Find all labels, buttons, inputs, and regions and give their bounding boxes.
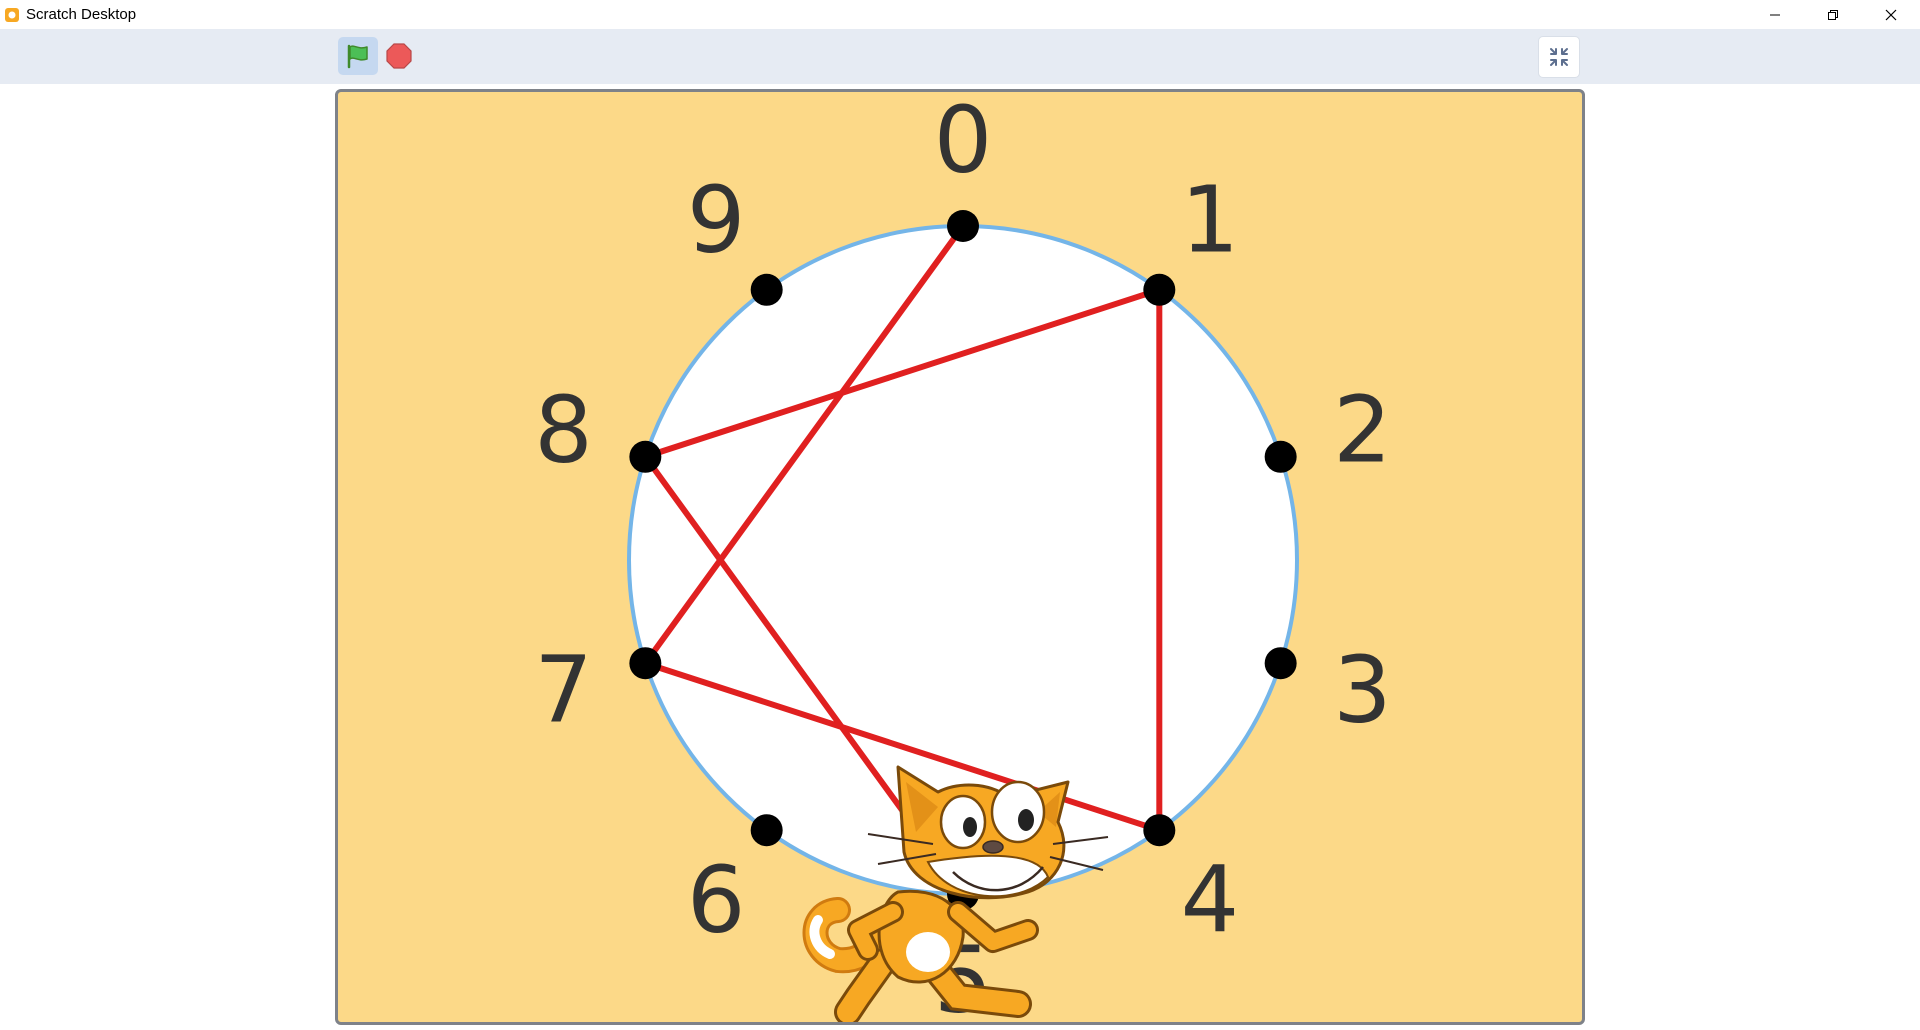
scratch-app-icon [4, 7, 20, 23]
circle-number: 6 [687, 846, 746, 953]
circle-dot [1264, 440, 1297, 473]
circle-dot [1264, 647, 1297, 680]
close-icon [1885, 9, 1897, 20]
restore-icon [1828, 9, 1838, 20]
circle-number: 1 [1181, 167, 1240, 274]
circle-dot [629, 647, 662, 680]
stop-button[interactable] [382, 37, 416, 75]
unfullscreen-icon [1550, 48, 1568, 66]
green-flag-button[interactable] [338, 37, 378, 75]
circle-dot [750, 273, 783, 306]
circle-number: 4 [1181, 846, 1240, 953]
circle-dot [750, 814, 783, 847]
restore-button[interactable] [1804, 0, 1862, 29]
circle-number: 3 [1333, 636, 1392, 743]
minimize-icon [1770, 14, 1780, 15]
unfullscreen-button[interactable] [1538, 36, 1580, 78]
circle-number: 8 [534, 377, 593, 484]
stage-header [0, 29, 1920, 84]
circle-dot [947, 210, 979, 242]
circle-dot [1143, 273, 1176, 306]
close-button[interactable] [1862, 0, 1920, 29]
window-titlebar: Scratch Desktop [0, 0, 1920, 29]
circle-dot [629, 440, 662, 473]
circle-number: 0 [934, 92, 993, 194]
circle-number: 9 [687, 167, 746, 274]
window-controls [1746, 0, 1920, 29]
window-title: Scratch Desktop [26, 6, 137, 23]
stage[interactable]: 0123456789 [335, 89, 1585, 1025]
circle-number: 2 [1333, 377, 1392, 484]
stop-icon [386, 43, 412, 69]
green-flag-icon [347, 44, 368, 69]
circle-number: 7 [534, 636, 593, 743]
stage-canvas: 0123456789 [534, 92, 1392, 1022]
circle-dot [1143, 814, 1176, 847]
minimize-button[interactable] [1746, 0, 1804, 29]
